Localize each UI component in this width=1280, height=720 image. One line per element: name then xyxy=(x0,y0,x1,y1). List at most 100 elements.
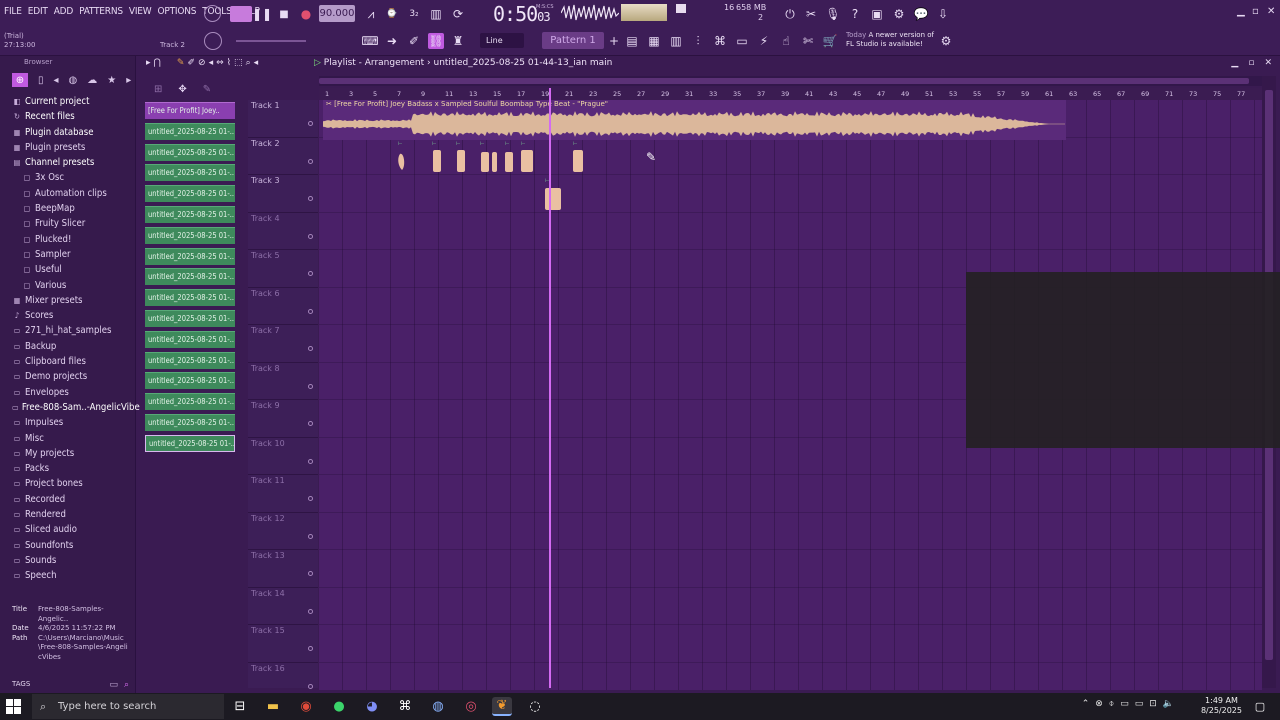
track-mute-icon[interactable] xyxy=(308,683,313,689)
browser-item[interactable]: ▭ 271_hi_hat_samples xyxy=(0,323,135,338)
browser-item[interactable]: ▭ Envelopes xyxy=(0,385,135,400)
playlist-maximize-icon[interactable]: ▫ xyxy=(1248,58,1254,68)
browser-item[interactable]: ▤ Channel presets xyxy=(0,155,135,170)
audio-clip-source[interactable]: [Free For Profit] Joey.. xyxy=(145,102,235,119)
stop-icon[interactable]: ■ xyxy=(276,6,292,22)
track-header[interactable]: Track 8 xyxy=(248,363,318,400)
clip-move-icon[interactable]: ✥ xyxy=(178,84,186,95)
help-icon[interactable]: ? xyxy=(847,6,863,22)
add-pattern-icon[interactable]: + xyxy=(606,33,622,49)
plug-icon[interactable]: ⚡ xyxy=(756,33,772,49)
track-mute-icon[interactable] xyxy=(308,308,313,314)
piano-roll-icon[interactable]: ▦ xyxy=(646,33,662,49)
magnet-icon[interactable]: ⋂ xyxy=(154,58,161,68)
browser-item[interactable]: ▢ Fruity Slicer xyxy=(0,216,135,231)
folder-icon[interactable]: ▭ xyxy=(109,680,118,690)
discord-icon[interactable]: ◕ xyxy=(362,697,382,716)
app-red-icon[interactable]: ◎ xyxy=(461,697,481,716)
playlist-minimize-icon[interactable]: ▁ xyxy=(1231,58,1238,68)
track-mute-icon[interactable] xyxy=(308,158,313,164)
menu-view[interactable]: VIEW xyxy=(129,6,152,17)
menu-edit[interactable]: EDIT xyxy=(28,6,48,17)
browser-view-icon[interactable]: ▭ xyxy=(734,33,750,49)
pattern-clip-source[interactable]: untitled_2025-08-25 01-.. xyxy=(145,330,235,348)
browser-item[interactable]: ▦ Plugin presets xyxy=(0,140,135,155)
browser-item[interactable]: ▢ Sampler xyxy=(0,247,135,262)
pattern-clip-source[interactable]: untitled_2025-08-25 01-.. xyxy=(145,122,235,140)
browser-item[interactable]: ▭ Misc xyxy=(0,431,135,446)
pause-icon[interactable]: ❚❚ xyxy=(252,6,272,22)
browser-item[interactable]: ▭ Sounds xyxy=(0,553,135,568)
browser-all-icon[interactable]: ⊕ xyxy=(12,73,28,87)
pencil-icon[interactable]: ✎ xyxy=(177,58,185,68)
browser-item[interactable]: ▢ Automation clips xyxy=(0,186,135,201)
delete-icon[interactable]: ⊘ xyxy=(198,58,206,68)
update-notice[interactable]: Today A newer version of FL Studio is av… xyxy=(846,31,934,49)
tray-usb-icon[interactable]: ▭ xyxy=(1120,699,1129,709)
pattern-clip-source[interactable]: untitled_2025-08-25 01-.. xyxy=(145,185,235,203)
track-header[interactable]: Track 4 xyxy=(248,213,318,250)
zoom-icon[interactable]: ⌕ xyxy=(246,58,251,68)
browser-item[interactable]: ▭ Project bones xyxy=(0,476,135,491)
track-header[interactable]: Track 9 xyxy=(248,400,318,438)
pattern-clip-source[interactable]: untitled_2025-08-25 01-.. xyxy=(145,434,235,452)
track-mute-icon[interactable] xyxy=(308,121,313,126)
playback-icon[interactable]: ◂ xyxy=(254,58,259,68)
microphone-icon[interactable]: 🎙 xyxy=(825,6,841,22)
playlist-icon[interactable]: ▤ xyxy=(624,33,640,49)
close-icon[interactable]: ✕ xyxy=(1267,6,1275,17)
track-mute-icon[interactable] xyxy=(308,458,313,464)
master-volume-knob[interactable] xyxy=(204,5,221,22)
tray-volume-icon[interactable]: 🔈 xyxy=(1163,699,1174,709)
download-icon[interactable]: ⇩ xyxy=(935,6,951,22)
pattern-clip-source[interactable]: untitled_2025-08-25 01-.. xyxy=(145,289,235,307)
tray-nvidia-icon[interactable]: ⌽ xyxy=(1109,699,1114,709)
scissors-view-icon[interactable]: ✄ xyxy=(800,33,816,49)
browser-item[interactable]: ▦ Mixer presets xyxy=(0,293,135,308)
track-mute-icon[interactable] xyxy=(308,346,313,351)
pattern-clip-source[interactable]: untitled_2025-08-25 01-.. xyxy=(145,247,235,265)
obs-icon[interactable]: ◌ xyxy=(525,697,545,716)
countdown-icon[interactable]: 3₂ xyxy=(406,6,422,22)
taskbar-clock[interactable]: 1:49 AM 8/25/2025 xyxy=(1201,696,1242,716)
mixer-view-icon[interactable]: ⫶ xyxy=(690,33,706,49)
pattern-clip-source[interactable]: untitled_2025-08-25 01-.. xyxy=(145,143,235,161)
browser-item[interactable]: ▢ 3x Osc xyxy=(0,170,135,185)
browser-item[interactable]: ▭ Impulses xyxy=(0,415,135,430)
menu-file[interactable]: FILE xyxy=(4,6,22,17)
slip-icon[interactable]: ⇔ xyxy=(216,58,224,68)
browser-cloud-icon[interactable]: ☁ xyxy=(87,75,97,86)
pattern-clip-source[interactable]: untitled_2025-08-25 01-.. xyxy=(145,309,235,327)
browser-item[interactable]: ▭ Sliced audio xyxy=(0,522,135,537)
tray-network-icon[interactable]: ⊡ xyxy=(1149,699,1157,709)
file-explorer-icon[interactable]: ▬ xyxy=(263,697,283,716)
track-header[interactable]: Track 5 xyxy=(248,250,318,288)
audio-clip-track1[interactable]: ✂ [Free For Profit] Joey Badass x Sample… xyxy=(323,100,1066,140)
track-mute-icon[interactable] xyxy=(308,271,313,276)
timeline-ruler[interactable]: 1 3 5 7 9 11 13 15 17 19 21 23 25 27 29 31 33 35 37 39 41 43 4… xyxy=(319,88,1262,100)
browser-item[interactable]: ▭ Speech xyxy=(0,568,135,583)
loop-record-icon[interactable]: ⟳ xyxy=(450,6,466,22)
clip-pen-icon[interactable]: ✎ xyxy=(203,84,211,95)
browser-item[interactable]: ◧ Current project xyxy=(0,94,135,109)
browser-plugins-icon[interactable]: ◍ xyxy=(69,75,78,86)
track-mute-icon[interactable] xyxy=(308,496,313,501)
browser-item[interactable]: ▭ Clipboard files xyxy=(0,354,135,369)
undo-history-icon[interactable]: ⏻ xyxy=(782,6,798,22)
track-header[interactable]: Track 11 xyxy=(248,475,318,513)
gear-icon[interactable]: ⚙ xyxy=(938,33,954,49)
track-header[interactable]: Track 14 xyxy=(248,588,318,625)
browser-item[interactable]: ▢ Various xyxy=(0,278,135,293)
browser-item[interactable]: ▦ Plugin database xyxy=(0,125,135,140)
mixer-icon[interactable]: ⚙ xyxy=(891,6,907,22)
blend-notes-icon[interactable]: ▥ xyxy=(428,6,444,22)
pattern-clip-source[interactable]: untitled_2025-08-25 01-.. xyxy=(145,413,235,431)
metronome-icon[interactable]: ⩘ xyxy=(363,6,379,22)
pat-song-toggle[interactable] xyxy=(230,6,252,22)
pattern-clip-source[interactable]: untitled_2025-08-25 01-.. xyxy=(145,268,235,286)
pattern-clip-source[interactable]: untitled_2025-08-25 01-.. xyxy=(145,393,235,411)
playhead-marker[interactable] xyxy=(549,88,551,688)
track-mute-icon[interactable] xyxy=(308,233,313,239)
menu-options[interactable]: OPTIONS xyxy=(157,6,196,17)
browser-item[interactable]: ▭ Free-808-Sam..-AngelicVibes xyxy=(0,400,144,415)
